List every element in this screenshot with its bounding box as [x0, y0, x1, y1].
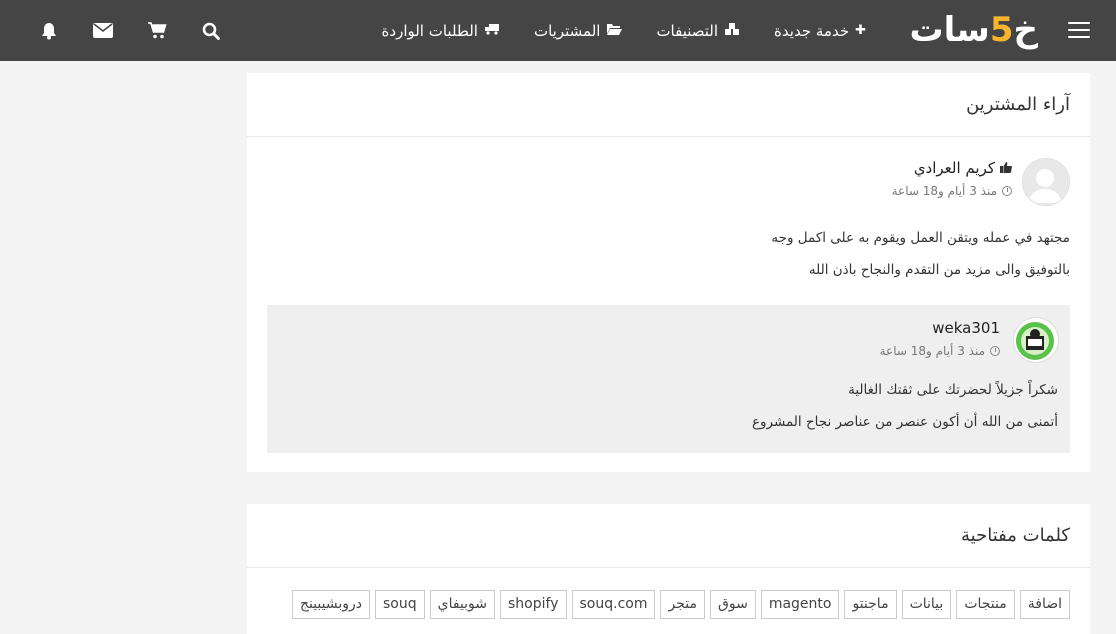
clock-icon	[1002, 186, 1012, 196]
reviews-panel: آراء المشترين كريم العرادي منذ 3 أيام و1…	[247, 73, 1090, 472]
keywords-panel: كلمات مفتاحية اضافة منتجات بيانات ماجنتو…	[247, 504, 1090, 634]
search-icon[interactable]	[184, 22, 238, 40]
cart-icon[interactable]	[130, 22, 184, 39]
seller-reply: weka301 منذ 3 أيام و18 ساعة شكراً جزيلاً…	[267, 305, 1070, 453]
keyword-tag[interactable]: سوق	[709, 590, 756, 619]
reply-time-row: منذ 3 أيام و18 ساعة	[279, 344, 1000, 358]
review-author[interactable]: كريم العرادي	[914, 159, 995, 177]
clock-icon	[990, 346, 1000, 356]
reply-line: شكراً جزيلاً لحضرتك على ثقتك الغالية	[848, 382, 1058, 398]
top-navbar: خ5سات ✚ خدمة جديدة التصنيفات المشتريات ا…	[0, 0, 1116, 61]
avatar[interactable]	[1022, 158, 1070, 206]
nav-new-service[interactable]: ✚ خدمة جديدة	[774, 22, 866, 40]
keyword-tag[interactable]: ماجنتو	[844, 590, 897, 619]
folder-open-icon	[606, 23, 623, 39]
keyword-tag[interactable]: متجر	[660, 590, 705, 619]
review-time-row: منذ 3 أيام و18 ساعة	[267, 184, 1012, 198]
review-item: كريم العرادي منذ 3 أيام و18 ساعة مجتهد ف…	[247, 137, 1090, 286]
plus-icon: ✚	[855, 23, 866, 38]
nav-icons	[22, 0, 238, 61]
reply-line: أتمنى من الله أن أكون عنصر من عناصر نجاح…	[751, 414, 1058, 430]
nav-categories[interactable]: التصنيفات	[656, 22, 740, 40]
site-logo[interactable]: خ5سات	[909, 8, 1039, 52]
keyword-tag[interactable]: شوبيفاي	[429, 590, 496, 619]
truck-icon	[484, 23, 500, 39]
review-text: مجتهد في عمله ويتقن العمل ويقوم به على ا…	[267, 222, 1070, 286]
keyword-tag[interactable]: magento	[760, 590, 840, 619]
nav-purchases[interactable]: المشتريات	[534, 22, 623, 40]
reviews-title: آراء المشترين	[247, 73, 1090, 137]
reply-author[interactable]: weka301	[279, 319, 1000, 337]
keyword-tag[interactable]: اضافة	[1019, 590, 1070, 619]
keyword-tag[interactable]: منتجات	[956, 590, 1015, 619]
review-line: بالتوفيق والى مزيد من التقدم والنجاح باذ…	[808, 262, 1070, 278]
keyword-tag[interactable]: دروبشيبينج	[291, 590, 370, 619]
cubes-icon	[724, 22, 740, 40]
seller-avatar[interactable]	[1013, 317, 1059, 363]
reply-meta: weka301 منذ 3 أيام و18 ساعة	[279, 317, 1000, 358]
review-line: مجتهد في عمله ويتقن العمل ويقوم به على ا…	[771, 230, 1070, 246]
keyword-tag[interactable]: souq.com	[571, 590, 656, 619]
review-time: منذ 3 أيام و18 ساعة	[891, 184, 997, 198]
keywords-title: كلمات مفتاحية	[247, 504, 1090, 568]
menu-icon[interactable]	[1068, 22, 1090, 38]
review-author-row: كريم العرادي	[267, 159, 1012, 177]
envelope-icon[interactable]	[76, 23, 130, 38]
bell-icon[interactable]	[22, 22, 76, 40]
keyword-tag[interactable]: souq	[375, 590, 425, 619]
keyword-tags: اضافة منتجات بيانات ماجنتو magento سوق م…	[247, 568, 1090, 619]
keyword-tag[interactable]: بيانات	[901, 590, 952, 619]
reply-time: منذ 3 أيام و18 ساعة	[879, 344, 985, 358]
review-meta: كريم العرادي منذ 3 أيام و18 ساعة	[267, 157, 1012, 198]
keyword-tag[interactable]: shopify	[500, 590, 567, 619]
nav-incoming-orders[interactable]: الطلبات الواردة	[382, 22, 500, 40]
reply-text: شكراً جزيلاً لحضرتك على ثقتك الغالية أتم…	[279, 374, 1058, 438]
thumbs-up-icon	[1000, 159, 1012, 177]
nav-links: ✚ خدمة جديدة التصنيفات المشتريات الطلبات…	[348, 0, 866, 61]
